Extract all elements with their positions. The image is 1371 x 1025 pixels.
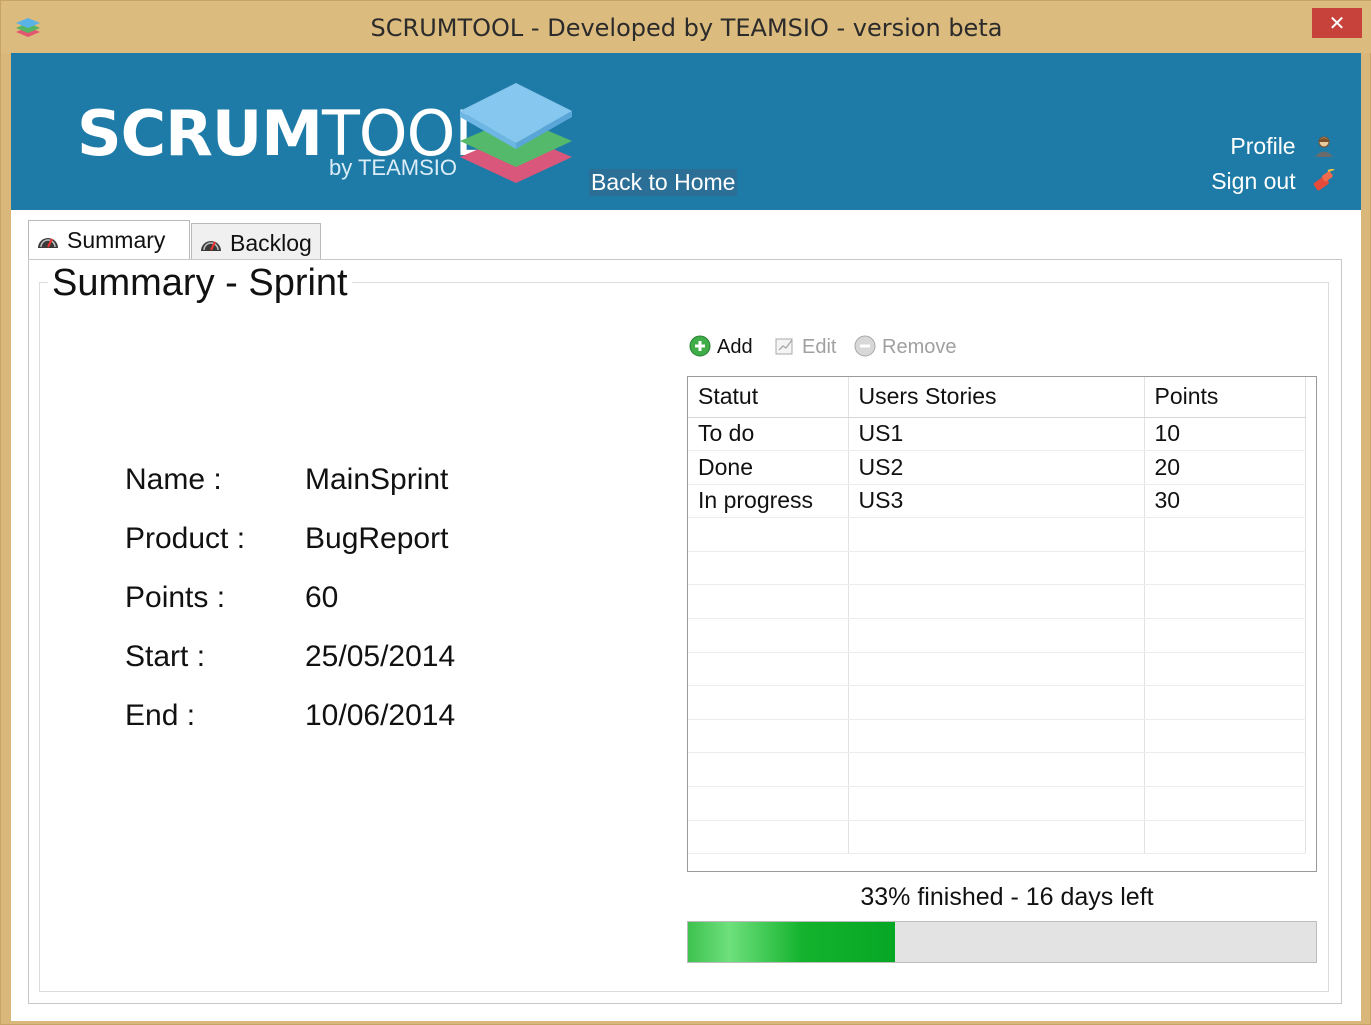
table-row[interactable]: In progress US3 30 [688, 484, 1306, 519]
cell-user-story: US3 [848, 484, 1145, 519]
tab-summary-label: Summary [67, 227, 166, 253]
profile-label: Profile [1230, 133, 1296, 159]
empty-row [688, 752, 1306, 788]
add-icon [689, 335, 711, 357]
name-label: Name : [125, 463, 222, 496]
empty-row [688, 618, 1306, 653]
user-icon [1315, 136, 1333, 157]
remove-icon [854, 335, 876, 357]
sign-out-icon [1313, 169, 1335, 191]
edit-button[interactable]: Edit [774, 335, 836, 359]
empty-row [688, 652, 1306, 687]
edit-icon [775, 338, 793, 355]
empty-row [688, 786, 1306, 821]
name-value: MainSprint [305, 463, 449, 496]
start-value: 25/05/2014 [305, 640, 456, 673]
app-header: SCRUMTOOL by TEAMSIO Back to Home Profil… [11, 53, 1361, 210]
remove-label: Remove [882, 336, 957, 358]
dashboard-gauge-icon [201, 241, 221, 251]
product-value: BugReport [305, 522, 449, 555]
title-bar[interactable]: SCRUMTOOL - Developed by TEAMSIO - versi… [1, 1, 1371, 53]
logo-layers-icon [460, 83, 572, 183]
window-title: SCRUMTOOL - Developed by TEAMSIO - versi… [370, 14, 1003, 42]
cell-points: 30 [1144, 484, 1306, 519]
page-title: Summary - Sprint [48, 262, 352, 305]
cell-points: 20 [1144, 450, 1306, 485]
app-window: SCRUMTOOL - Developed by TEAMSIO - versi… [0, 0, 1371, 1025]
remove-button[interactable]: Remove [854, 335, 956, 359]
logo-bold: SCRUM [77, 97, 323, 170]
add-label: Add [717, 336, 753, 358]
dashboard-gauge-icon [38, 238, 58, 248]
table-row[interactable]: To do US1 10 [688, 417, 1306, 452]
empty-row [688, 685, 1306, 720]
end-value: 10/06/2014 [305, 699, 456, 732]
cell-user-story: US1 [848, 417, 1145, 452]
sign-out-label: Sign out [1211, 168, 1296, 194]
logo-subtitle: by TEAMSIO [329, 155, 457, 180]
tab-backlog-label: Backlog [230, 230, 312, 256]
cell-user-story: US2 [848, 450, 1145, 485]
user-stories-grid[interactable]: Statut Users Stories Points To do US1 10… [687, 376, 1317, 872]
user-stories-table: Statut Users Stories Points To do US1 10… [688, 377, 1306, 855]
empty-row [688, 719, 1306, 754]
points-label: Points : [125, 581, 226, 614]
edit-label: Edit [802, 336, 837, 358]
tab-summary[interactable]: Summary [28, 220, 190, 260]
add-button[interactable]: Add [689, 335, 753, 359]
empty-row [688, 584, 1306, 620]
column-header-statut[interactable]: Statut [688, 377, 849, 418]
empty-row [688, 517, 1306, 552]
empty-row [688, 820, 1306, 855]
profile-link[interactable]: Profile [1181, 133, 1336, 160]
product-label: Product : [125, 522, 246, 555]
cell-statut: Done [688, 450, 849, 485]
start-label: Start : [125, 640, 206, 673]
empty-row [688, 551, 1306, 586]
sign-out-link[interactable]: Sign out [1161, 168, 1336, 195]
sprint-progress-bar [687, 921, 1317, 963]
close-button[interactable]: ✕ [1312, 8, 1362, 38]
table-row[interactable]: Done US2 20 [688, 450, 1306, 485]
cell-statut: In progress [688, 484, 849, 519]
cell-points: 10 [1144, 417, 1306, 452]
column-header-points[interactable]: Points [1144, 377, 1306, 418]
table-header-row: Statut Users Stories Points [688, 377, 1306, 418]
client-area: SCRUMTOOL by TEAMSIO Back to Home Profil… [11, 53, 1361, 1021]
end-label: End : [125, 699, 196, 732]
progress-label: 33% finished - 16 days left [860, 883, 1154, 911]
back-to-home-link[interactable]: Back to Home [589, 169, 738, 196]
progress-fill [688, 922, 895, 962]
tab-backlog[interactable]: Backlog [191, 223, 321, 259]
points-value: 60 [305, 581, 339, 614]
column-header-user-stories[interactable]: Users Stories [848, 377, 1145, 418]
cell-statut: To do [688, 417, 849, 452]
